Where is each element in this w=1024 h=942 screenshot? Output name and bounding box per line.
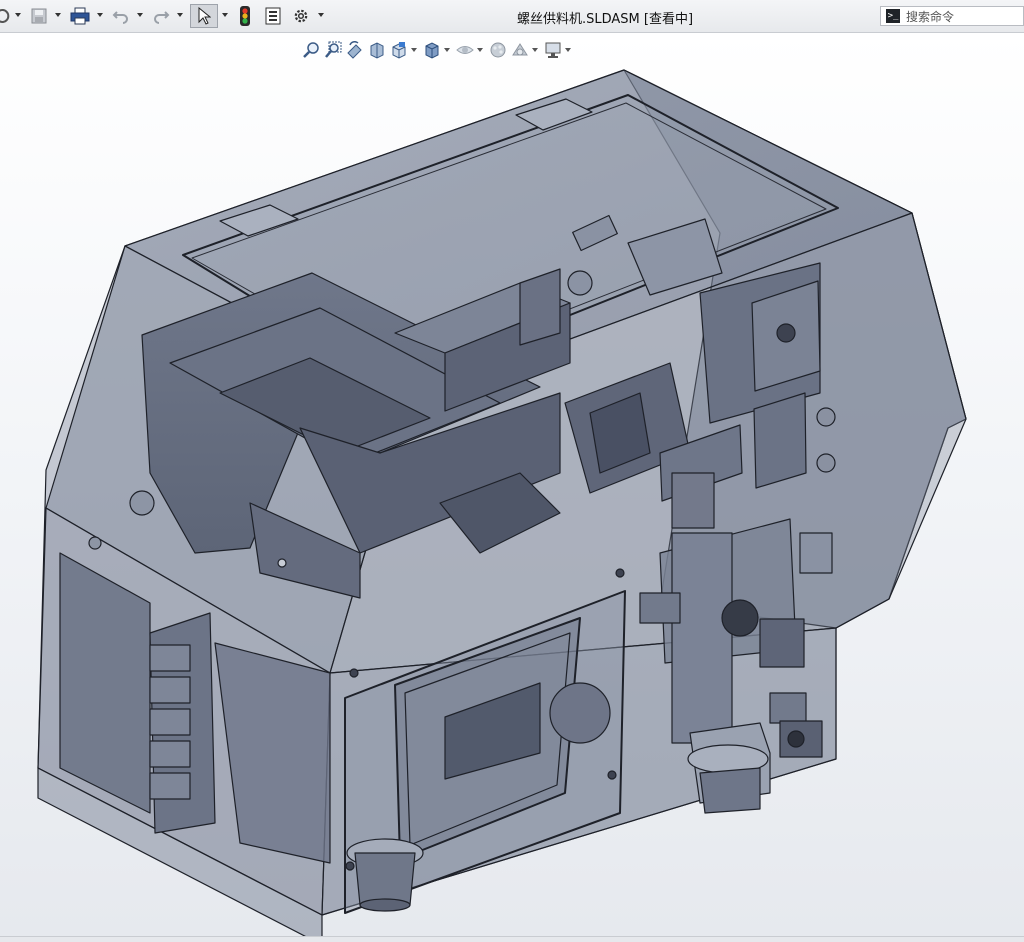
assembly-model[interactable]: [0, 33, 1024, 936]
chevron-down-icon[interactable]: [318, 13, 324, 17]
graphics-area[interactable]: [0, 33, 1024, 936]
chevron-down-icon[interactable]: [55, 13, 61, 17]
redo-icon[interactable]: [150, 5, 172, 27]
rebuild-icon[interactable]: [0, 5, 12, 27]
file-properties-icon[interactable]: [262, 5, 284, 27]
print-icon[interactable]: [68, 5, 92, 27]
select-icon[interactable]: [190, 4, 218, 28]
chevron-down-icon[interactable]: [137, 13, 143, 17]
chevron-down-icon[interactable]: [97, 13, 103, 17]
traffic-light-icon[interactable]: [235, 5, 255, 27]
search-input[interactable]: >_ 搜索命令: [880, 6, 1024, 26]
chevron-down-icon[interactable]: [177, 13, 183, 17]
title-toolbar: 螺丝供料机.SLDASM [查看中] >_ 搜索命令: [0, 0, 1024, 33]
search-placeholder: 搜索命令: [906, 9, 955, 24]
status-strip: [0, 936, 1024, 942]
command-prompt-icon: >_: [886, 9, 900, 23]
save-icon[interactable]: [28, 5, 50, 27]
chevron-down-icon[interactable]: [222, 13, 228, 17]
window-title: 螺丝供料机.SLDASM [查看中]: [516, 12, 694, 27]
undo-icon[interactable]: [110, 5, 132, 27]
options-icon[interactable]: [290, 5, 312, 27]
chevron-down-icon[interactable]: [15, 13, 21, 17]
